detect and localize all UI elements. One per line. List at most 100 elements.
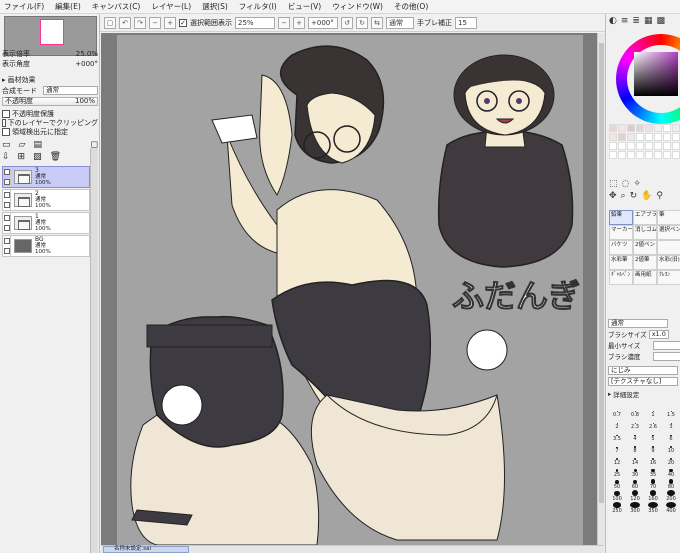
brush-size-preset[interactable]: 350	[644, 502, 662, 514]
layer-item[interactable]: BG 通常 100%	[2, 235, 90, 257]
min-size-slider[interactable]	[653, 340, 680, 350]
eye-icon[interactable]	[3, 192, 10, 198]
expand-icon[interactable]: ▸	[608, 390, 611, 398]
brush-size-preset[interactable]: 160	[644, 490, 662, 502]
brush-size-preset[interactable]: 2.6	[644, 418, 662, 430]
rotation-value[interactable]: +000°	[75, 60, 98, 68]
density-slider[interactable]	[653, 351, 680, 361]
brush-size-preset[interactable]: 3.5	[608, 430, 626, 442]
menu-canvas[interactable]: キャンバス(C)	[92, 1, 141, 12]
blend-mode-select[interactable]: 通常	[386, 16, 414, 29]
clip-checkbox[interactable]	[2, 118, 6, 127]
brush-size-multiplier[interactable]: x1.0	[648, 329, 669, 339]
brush-size-preset[interactable]: 4	[626, 430, 644, 442]
new-linework-layer-icon[interactable]: ▱	[19, 140, 26, 150]
tool-brush[interactable]: 筆	[657, 210, 680, 225]
zoom-out-button[interactable]: −	[278, 16, 290, 29]
rotate-left-icon[interactable]: ↺	[341, 16, 353, 29]
selection-display-checkbox[interactable]: ✓	[179, 18, 187, 27]
brush-size-preset[interactable]: 400	[662, 502, 680, 514]
layer-visibility-toggle[interactable]	[3, 213, 11, 233]
eye-icon[interactable]	[3, 169, 10, 175]
paper-effect-row[interactable]: ▸ 画材効果	[2, 75, 98, 84]
texture-mode-dropdown[interactable]: にじみ	[608, 365, 678, 375]
menu-edit[interactable]: 編集(E)	[55, 1, 81, 12]
eyedropper-icon[interactable]: ⚲	[656, 191, 663, 201]
opacity-slider[interactable]: 不透明度 100%	[2, 97, 98, 106]
navigator-thumbnail[interactable]	[40, 19, 64, 45]
deselect-button[interactable]: ▢	[104, 16, 116, 29]
layer-item[interactable]: 1 通常 100%	[2, 212, 90, 234]
advanced-settings-row[interactable]: ▸ 詳細設定	[608, 389, 680, 399]
brush-size-preset[interactable]: 3	[662, 418, 680, 430]
zoom-out-icon[interactable]: −	[149, 16, 161, 29]
select-tool-icon[interactable]: ⬚	[609, 179, 618, 189]
brush-size-preset[interactable]: 1	[644, 406, 662, 418]
color-swatches[interactable]	[609, 124, 680, 168]
brush-size-preset[interactable]: 2	[608, 418, 626, 430]
specify-source-checkbox[interactable]	[2, 127, 10, 136]
expand-icon[interactable]: ▸	[2, 76, 6, 84]
brush-size-preset[interactable]: 30	[626, 466, 644, 478]
brush-size-preset[interactable]: 0.7	[608, 406, 626, 418]
menu-view[interactable]: ビュー(V)	[288, 1, 321, 12]
transfer-down-icon[interactable]: ⇩	[2, 152, 10, 162]
brush-size-preset[interactable]: 120	[626, 490, 644, 502]
canvas-vertical-scrollbar[interactable]	[597, 33, 605, 545]
brush-size-preset[interactable]: 200	[662, 490, 680, 502]
layer-scrollbar[interactable]	[90, 148, 98, 553]
file-tab[interactable]: 名称未設定.sai	[103, 546, 189, 553]
hand-tool-icon[interactable]: ✋	[641, 191, 652, 201]
merge-down-icon[interactable]: ⊞	[18, 152, 26, 162]
magic-wand-icon[interactable]: ✧	[633, 179, 641, 189]
brush-size-preset[interactable]: 100	[608, 490, 626, 502]
tool-paper[interactable]: 画用紙	[633, 270, 657, 285]
brush-size-preset[interactable]: 20	[662, 454, 680, 466]
menu-filter[interactable]: フィルタ(I)	[239, 1, 277, 12]
rotate-tool-icon[interactable]: ↻	[630, 191, 638, 201]
clear-layer-icon[interactable]: ▨	[33, 152, 42, 162]
tool-pencil[interactable]: 鉛筆	[609, 210, 633, 225]
brush-size-preset[interactable]: 2.3	[626, 418, 644, 430]
layer-item[interactable]: 3 通常 100%	[2, 166, 90, 188]
brush-size-preset[interactable]: 9	[644, 442, 662, 454]
brush-size-preset[interactable]: 50	[608, 478, 626, 490]
brush-size-preset[interactable]: 300	[626, 502, 644, 514]
rgb-slider-icon[interactable]: ≡	[621, 16, 629, 26]
protect-opacity-checkbox[interactable]	[2, 109, 10, 118]
eye-icon[interactable]	[3, 215, 10, 221]
tool-binary-pen[interactable]: 2値ペン	[633, 240, 657, 255]
new-folder-icon[interactable]: ▤	[33, 140, 42, 150]
lock-icon[interactable]	[3, 225, 10, 231]
tool-old-watercolor[interactable]: 水彩(旧)	[657, 255, 680, 270]
canvas-horizontal-scrollbar[interactable]: 名称未設定.sai	[101, 545, 604, 553]
brush-size-preset[interactable]: 5	[644, 430, 662, 442]
blend-mode-dropdown[interactable]: 通常	[608, 318, 668, 328]
lock-icon[interactable]	[3, 202, 10, 208]
layer-item[interactable]: 2 通常 100%	[2, 189, 90, 211]
redo-icon[interactable]: ↷	[134, 16, 146, 29]
brush-size-preset[interactable]: 16	[644, 454, 662, 466]
brush-size-preset[interactable]: 7	[608, 442, 626, 454]
rotation-select[interactable]: +000°	[308, 16, 338, 29]
move-tool-icon[interactable]: ✥	[609, 191, 617, 201]
brush-size-preset[interactable]: 0.8	[626, 406, 644, 418]
tool-select-pen[interactable]: 選択ペン	[657, 225, 680, 240]
brush-size-preset[interactable]: 40	[662, 466, 680, 478]
menu-select[interactable]: 選択(S)	[202, 1, 228, 12]
canvas[interactable]: ふだんぎ	[117, 35, 583, 546]
flip-icon[interactable]: ⇆	[371, 16, 383, 29]
composite-mode-select[interactable]: 通常	[43, 86, 98, 95]
lock-icon[interactable]	[3, 248, 10, 254]
brush-size-preset[interactable]: 14	[626, 454, 644, 466]
menu-file[interactable]: ファイル(F)	[4, 1, 44, 12]
undo-icon[interactable]: ↶	[119, 16, 131, 29]
zoom-in-icon[interactable]: +	[164, 16, 176, 29]
zoom-in-button[interactable]: +	[293, 16, 305, 29]
brush-size-preset[interactable]: 10	[662, 442, 680, 454]
brush-size-preset[interactable]: 6	[662, 430, 680, 442]
brush-size-preset[interactable]: 8	[626, 442, 644, 454]
color-wheel-icon[interactable]: ◐	[609, 16, 617, 26]
delete-layer-icon[interactable]: 🗑	[50, 152, 61, 162]
brush-size-preset[interactable]: 35	[644, 466, 662, 478]
